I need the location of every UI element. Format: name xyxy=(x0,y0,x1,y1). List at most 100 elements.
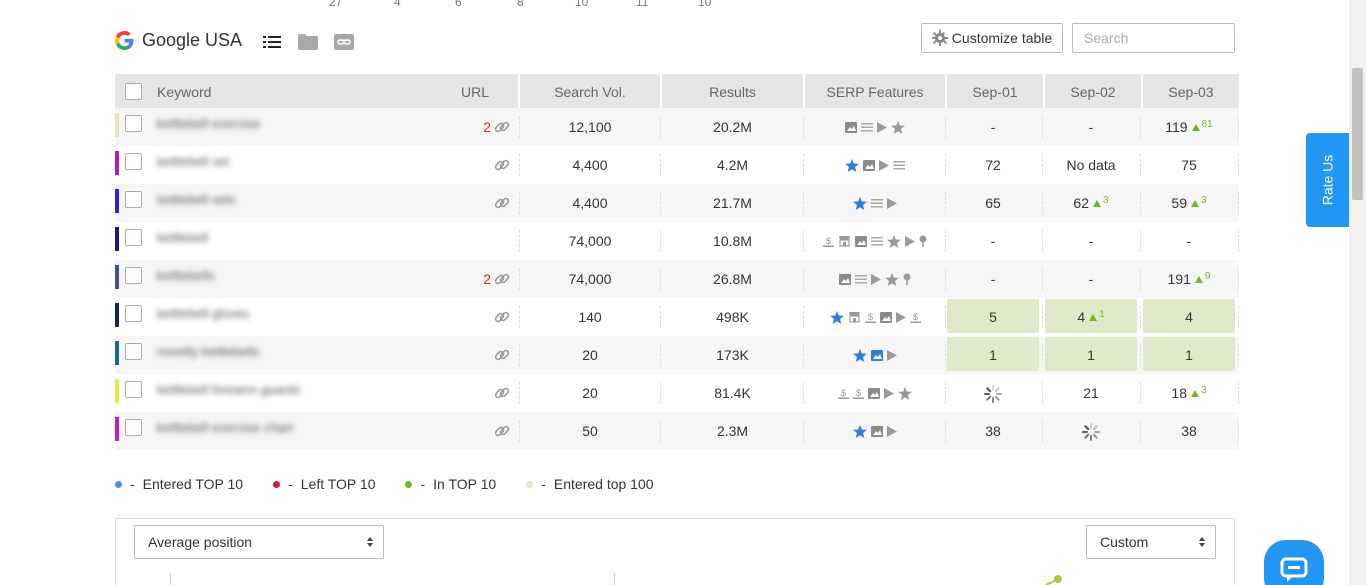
position-cell[interactable]: 38 xyxy=(1141,412,1237,450)
svg-text:$: $ xyxy=(867,312,872,322)
position-cell[interactable]: 119 81 xyxy=(1141,108,1237,146)
row-checkbox[interactable] xyxy=(125,343,142,360)
link-icon[interactable] xyxy=(494,271,510,287)
video-icon xyxy=(887,425,897,437)
position-value: - xyxy=(990,233,996,249)
column-header-serp-features[interactable]: SERP Features xyxy=(805,74,945,108)
keyword-text[interactable]: novelty kettlebells xyxy=(157,344,260,359)
url-count[interactable]: 2 xyxy=(483,271,491,287)
table-row[interactable]: kettlebell 74,000 10.8M $ - - - xyxy=(115,222,1239,260)
position-cell[interactable]: 72 xyxy=(945,146,1041,184)
search-volume-value: 4,400 xyxy=(572,157,608,173)
customize-table-button[interactable]: Customize table xyxy=(921,23,1063,53)
position-cell[interactable]: - xyxy=(945,260,1041,298)
keyword-text[interactable]: kettlebell gloves xyxy=(157,306,250,321)
row-checkbox[interactable] xyxy=(125,305,142,322)
row-checkbox[interactable] xyxy=(125,115,142,132)
position-cell[interactable]: 75 xyxy=(1141,146,1237,184)
image-icon xyxy=(863,159,875,171)
keyword-text[interactable]: kettlebell xyxy=(157,230,208,245)
position-cell[interactable]: 1 xyxy=(1141,336,1237,374)
row-checkbox[interactable] xyxy=(125,381,142,398)
link-icon[interactable] xyxy=(494,309,510,325)
position-cell[interactable]: 1 xyxy=(1043,336,1139,374)
keyword-text[interactable]: kettlebell exercise chart xyxy=(157,420,293,435)
legend-label: Entered top 100 xyxy=(553,476,654,492)
table-row[interactable]: kettlebell exercise chart 50 2.3M 38 38 xyxy=(115,412,1239,450)
table-row[interactable]: kettlebell set 4,400 4.2M 72 No data 75 xyxy=(115,146,1239,184)
position-cell[interactable]: - xyxy=(1043,108,1139,146)
select-all-checkbox[interactable] xyxy=(125,83,142,100)
column-header-sep-01[interactable]: Sep-01 xyxy=(947,74,1043,108)
serp-features-cell xyxy=(805,412,945,450)
row-checkbox[interactable] xyxy=(125,229,142,246)
position-cell[interactable]: - xyxy=(945,222,1041,260)
link-icon[interactable] xyxy=(494,119,510,135)
position-cell[interactable]: 4 xyxy=(1141,298,1237,336)
url-count[interactable]: 2 xyxy=(483,119,491,135)
position-cell[interactable] xyxy=(1043,412,1139,450)
position-cell[interactable]: 62 3 xyxy=(1043,184,1139,222)
table-row[interactable]: kettlebell sets 4,400 21.7M 65 62 3 59 3 xyxy=(115,184,1239,222)
link-icon[interactable] xyxy=(494,385,510,401)
position-value: 65 xyxy=(985,195,1001,211)
keyword-text[interactable]: kettlebell sets xyxy=(157,192,236,207)
column-header-url[interactable]: URL xyxy=(445,74,505,108)
keyword-text[interactable]: kettlebell forearm guards xyxy=(157,382,300,397)
link-icon[interactable] xyxy=(494,423,510,439)
link-box-icon[interactable] xyxy=(334,33,354,51)
image-icon xyxy=(855,235,867,247)
position-cell[interactable]: 191 9 xyxy=(1141,260,1237,298)
position-cell[interactable]: 38 xyxy=(945,412,1041,450)
rate-us-tab[interactable]: Rate Us xyxy=(1306,133,1349,227)
column-header-search-volume[interactable]: Search Vol. xyxy=(520,74,660,108)
page-scrollbar-thumb[interactable] xyxy=(1352,68,1363,200)
table-row[interactable]: kettlebells 2 74,000 26.8M - -191 9 xyxy=(115,260,1239,298)
position-cell[interactable]: - xyxy=(1043,260,1139,298)
row-checkbox[interactable] xyxy=(125,419,142,436)
position-cell[interactable] xyxy=(945,374,1041,412)
position-cell[interactable]: 18 3 xyxy=(1141,374,1237,412)
table-row[interactable]: kettlebell forearm guards 20 81.4K $ $21 18 3 xyxy=(115,374,1239,412)
position-cell[interactable]: - xyxy=(1043,222,1139,260)
position-cell[interactable]: 21 xyxy=(1043,374,1139,412)
url-cell xyxy=(475,222,510,260)
results-value: 26.8M xyxy=(713,271,752,287)
table-row[interactable]: kettlebell gloves 140 498K $ $5 4 1 4 xyxy=(115,298,1239,336)
row-checkbox[interactable] xyxy=(125,267,142,284)
keyword-text[interactable]: kettlebells xyxy=(157,268,215,283)
position-cell[interactable]: 41 xyxy=(1043,298,1139,336)
keyword-text[interactable]: kettlebell exercise xyxy=(157,116,260,131)
chat-button[interactable] xyxy=(1264,540,1324,585)
row-checkbox[interactable] xyxy=(125,153,142,170)
position-cell[interactable]: 65 xyxy=(945,184,1041,222)
column-header-results[interactable]: Results xyxy=(662,74,803,108)
list-view-icon[interactable] xyxy=(262,33,282,51)
legend-label: Left TOP 10 xyxy=(300,476,376,492)
keyword-text[interactable]: kettlebell set xyxy=(157,154,229,169)
position-cell[interactable]: No data xyxy=(1043,146,1139,184)
link-icon[interactable] xyxy=(494,195,510,211)
chart-gridline xyxy=(614,573,615,585)
position-cell[interactable]: - xyxy=(945,108,1041,146)
position-cell[interactable]: - xyxy=(1141,222,1237,260)
link-icon[interactable] xyxy=(494,157,510,173)
position-cell[interactable]: 59 3 xyxy=(1141,184,1237,222)
position-change-value: 9 xyxy=(1204,271,1211,282)
metric-select[interactable]: Average position xyxy=(134,525,384,559)
position-cell[interactable]: 1 xyxy=(945,336,1041,374)
column-header-keyword[interactable]: Keyword xyxy=(157,74,277,108)
column-header-sep-02[interactable]: Sep-02 xyxy=(1045,74,1141,108)
link-icon[interactable] xyxy=(494,347,510,363)
folder-icon[interactable] xyxy=(298,33,318,51)
star-icon xyxy=(891,120,905,134)
keyword-color-tag xyxy=(115,303,119,327)
table-row[interactable]: kettlebell exercise 2 12,100 20.2M - - 119 81 xyxy=(115,108,1239,146)
table-row[interactable]: novelty kettlebells 20 173K 1 1 1 xyxy=(115,336,1239,374)
search-input[interactable] xyxy=(1072,23,1235,53)
search-volume-value: 20 xyxy=(582,385,598,401)
row-checkbox[interactable] xyxy=(125,191,142,208)
column-header-sep-03[interactable]: Sep-03 xyxy=(1143,74,1239,108)
position-cell[interactable]: 5 xyxy=(945,298,1041,336)
date-range-select[interactable]: Custom xyxy=(1086,525,1216,559)
